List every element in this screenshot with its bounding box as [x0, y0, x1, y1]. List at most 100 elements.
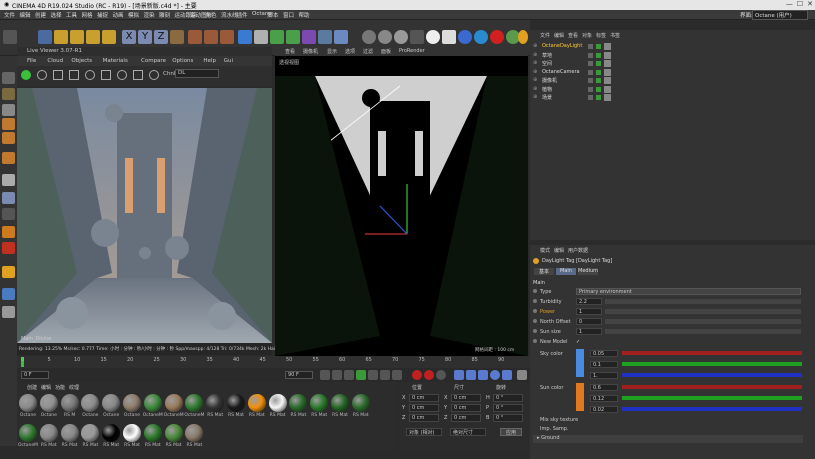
material-swatch[interactable] — [123, 394, 141, 412]
material-swatch[interactable] — [60, 424, 79, 442]
autokey-icon[interactable] — [424, 370, 434, 380]
x-axis-icon[interactable]: X — [122, 30, 136, 44]
snap-icon[interactable] — [2, 174, 15, 186]
material-swatch[interactable] — [39, 394, 58, 412]
recent-tool-icon[interactable] — [102, 30, 116, 44]
pick-focus-icon[interactable] — [117, 70, 127, 80]
menu-item[interactable]: 渲染 — [144, 11, 155, 19]
object-name[interactable]: 场景 — [542, 94, 552, 101]
expand-icon[interactable]: ⊕ — [533, 60, 537, 66]
octane-env-icon[interactable] — [378, 30, 392, 44]
coord-field[interactable]: 0 cm — [409, 414, 439, 422]
coord-field[interactable]: 0 cm — [451, 414, 481, 422]
coord-field[interactable]: 0 cm — [409, 404, 439, 412]
object-enable-icon[interactable] — [596, 86, 601, 92]
scale-tool-icon[interactable] — [70, 30, 84, 44]
param-dot[interactable] — [533, 289, 537, 293]
param-dot[interactable] — [533, 339, 537, 343]
polygon-mode-icon[interactable] — [2, 132, 15, 144]
attribute-menu-item[interactable]: 编辑 — [554, 247, 564, 254]
coord-mode-select[interactable]: 对象 (相对) — [406, 428, 442, 436]
octane-sphere-icon[interactable] — [362, 30, 376, 44]
viewport-menu-item[interactable]: 过滤 — [363, 48, 373, 55]
material-swatch[interactable] — [60, 394, 79, 412]
octane-live-icon[interactable] — [2, 266, 15, 278]
object-enable-icon[interactable] — [596, 44, 601, 49]
pause-icon[interactable] — [53, 70, 63, 80]
play-icon[interactable] — [356, 370, 366, 380]
viewport-menu-item[interactable]: 面板 — [381, 48, 391, 55]
menu-item[interactable]: 窗口 — [283, 11, 294, 19]
sun-color-value[interactable]: 0.12 — [590, 395, 618, 402]
viewport-menu-item[interactable]: 选项 — [345, 48, 355, 55]
type-select[interactable]: Primary environment — [576, 288, 801, 295]
goto-end-icon[interactable] — [392, 370, 402, 380]
object-visibility-icon[interactable] — [588, 95, 593, 100]
object-menu-item[interactable]: 书签 — [610, 32, 620, 39]
sky-color-channel[interactable] — [622, 373, 802, 377]
material-swatch[interactable] — [310, 394, 329, 412]
cloner-icon[interactable] — [286, 30, 300, 44]
octane-blue-icon[interactable] — [458, 30, 472, 44]
material-menu-item[interactable]: 功能 — [55, 384, 65, 391]
attribute-tab[interactable]: Medium — [578, 268, 598, 275]
sun-color-swatch[interactable] — [576, 383, 584, 411]
object-visibility-icon[interactable] — [588, 69, 593, 75]
sky-color-channel[interactable] — [622, 351, 802, 355]
live-viewer-menu-item[interactable]: Objects — [71, 58, 92, 64]
object-tag-icon[interactable] — [604, 60, 611, 67]
object-enable-icon[interactable] — [596, 52, 601, 58]
scale-key-icon[interactable] — [466, 370, 476, 380]
coord-field[interactable]: 0 cm — [409, 394, 439, 402]
render-settings-icon[interactable] — [220, 30, 234, 44]
stop-icon[interactable] — [69, 70, 79, 80]
menu-item[interactable]: 角色 — [206, 11, 217, 19]
menu-item[interactable]: 插件 — [237, 11, 248, 19]
material-swatch[interactable] — [164, 424, 183, 442]
viewport-menu-item[interactable]: 查看 — [285, 48, 295, 55]
coord-field[interactable]: 0 ° — [493, 404, 523, 412]
expand-icon[interactable]: ⊕ — [533, 86, 537, 92]
menu-item[interactable]: 文件 — [4, 11, 15, 19]
sky-color-value[interactable]: 0.05 — [590, 350, 618, 357]
viewport-menu-item[interactable]: ProRender — [399, 48, 425, 54]
menu-item[interactable]: 编辑 — [20, 11, 31, 19]
param-slider[interactable] — [605, 329, 801, 334]
live-viewer-menu-item[interactable]: Materials — [103, 58, 128, 64]
live-viewer-menu-item[interactable]: Cloud — [47, 58, 63, 64]
timeline-menu-icon[interactable] — [517, 370, 527, 380]
menu-item[interactable]: 脚本 — [268, 11, 279, 19]
sun-color-value[interactable]: 0.02 — [590, 406, 618, 413]
material-swatch[interactable] — [185, 424, 204, 442]
render-start-icon[interactable] — [21, 70, 31, 80]
object-name[interactable]: OctaneDayLight — [542, 43, 582, 49]
attribute-menu-item[interactable]: 用户数据 — [568, 247, 588, 254]
render-picture-viewer-icon[interactable] — [204, 30, 218, 44]
channel-select[interactable]: DL — [175, 69, 219, 78]
expand-icon[interactable]: ⊕ — [533, 52, 537, 58]
bulb-icon[interactable] — [149, 70, 159, 80]
object-tag-icon[interactable] — [604, 85, 611, 93]
octane-sun-icon[interactable] — [518, 30, 528, 44]
pick-material-icon[interactable] — [133, 70, 143, 80]
param-slider[interactable] — [605, 299, 801, 304]
expand-icon[interactable]: ⊕ — [533, 94, 537, 100]
material-menu-item[interactable]: 纹理 — [69, 384, 79, 391]
object-tag-icon[interactable] — [604, 77, 611, 84]
object-menu-item[interactable]: 文件 — [540, 32, 550, 39]
material-swatch[interactable] — [331, 394, 349, 412]
menu-item[interactable]: 创建 — [35, 11, 46, 19]
attribute-tab[interactable]: Main — [556, 268, 576, 275]
keyframe-selection-icon[interactable] — [436, 370, 446, 380]
sun-color-channel[interactable] — [622, 385, 802, 389]
octane-camera-icon[interactable] — [442, 30, 456, 44]
cube-icon[interactable] — [238, 30, 252, 44]
param-field[interactable]: 1 — [576, 308, 602, 315]
material-swatch[interactable] — [164, 394, 183, 412]
object-name[interactable]: 空间 — [542, 60, 552, 67]
material-swatch[interactable] — [19, 394, 37, 412]
next-frame-icon[interactable] — [368, 370, 378, 380]
object-tag-icon[interactable] — [604, 51, 611, 59]
material-swatch[interactable] — [143, 424, 162, 442]
object-menu-item[interactable]: 标签 — [596, 32, 606, 39]
